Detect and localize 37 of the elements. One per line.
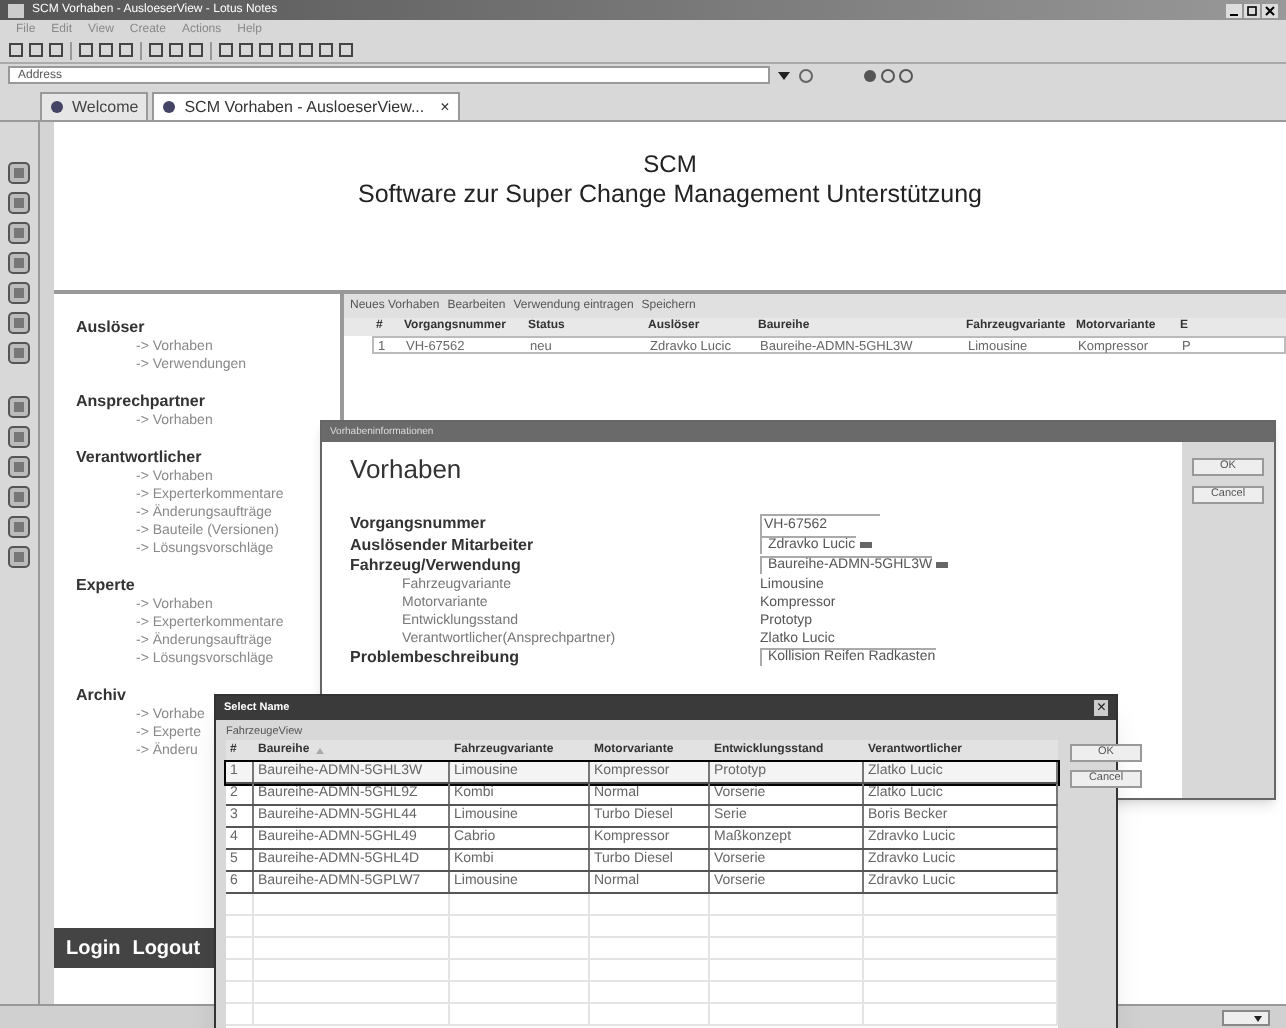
bookmark-icon[interactable] — [8, 252, 30, 274]
bookmark-icon[interactable] — [8, 426, 30, 448]
field-label: Vorgangsnummer — [350, 514, 488, 534]
section-title: Auslöser — [76, 318, 147, 338]
section-title: Ansprechpartner — [76, 392, 207, 412]
dialog-heading: Vorhaben — [350, 452, 464, 488]
section-title: Experte — [76, 576, 137, 596]
bookmark-icon[interactable] — [8, 456, 30, 478]
tab[interactable]: Welcome — [40, 92, 149, 120]
field-label: Problembeschreibung — [350, 647, 521, 667]
bookmark-icon[interactable] — [8, 396, 30, 418]
close-icon[interactable] — [1262, 3, 1278, 17]
bookmark-icon[interactable] — [8, 192, 30, 214]
minimize-icon[interactable] — [1226, 3, 1242, 17]
navigation-icon[interactable] — [798, 67, 918, 83]
close-button[interactable]: × — [1094, 700, 1108, 716]
bookmark-icon[interactable] — [8, 516, 30, 538]
bookmark-icon[interactable] — [8, 282, 30, 304]
app-icon[interactable] — [8, 3, 24, 17]
tab-close-button[interactable]: × — [440, 95, 450, 119]
nav-link[interactable]: Login — [66, 933, 121, 963]
maximize-icon[interactable] — [1244, 3, 1260, 17]
section-title: Verantwortlicher — [76, 448, 204, 468]
bookmark-icon[interactable] — [8, 222, 30, 244]
nav-link[interactable]: Logout — [132, 933, 201, 963]
tab[interactable]: SCM Vorhaben - AusloeserView... × — [152, 92, 460, 120]
field-label: Auslösender Mitarbeiter — [350, 535, 536, 555]
dropdown-icon[interactable] — [778, 69, 790, 81]
app-logo: SCM — [643, 150, 697, 180]
bookmark-icon[interactable] — [8, 162, 30, 184]
bookmark-icon[interactable] — [8, 312, 30, 334]
field-label: Fahrzeug/Verwendung — [350, 555, 523, 575]
status-icon[interactable] — [1222, 1009, 1270, 1025]
app-subtitle: Software zur Super Change Management Unterstützung — [358, 180, 982, 212]
bookmark-icon[interactable] — [8, 486, 30, 508]
bookmark-icon[interactable] — [8, 342, 30, 364]
bookmark-icon[interactable] — [8, 546, 30, 568]
